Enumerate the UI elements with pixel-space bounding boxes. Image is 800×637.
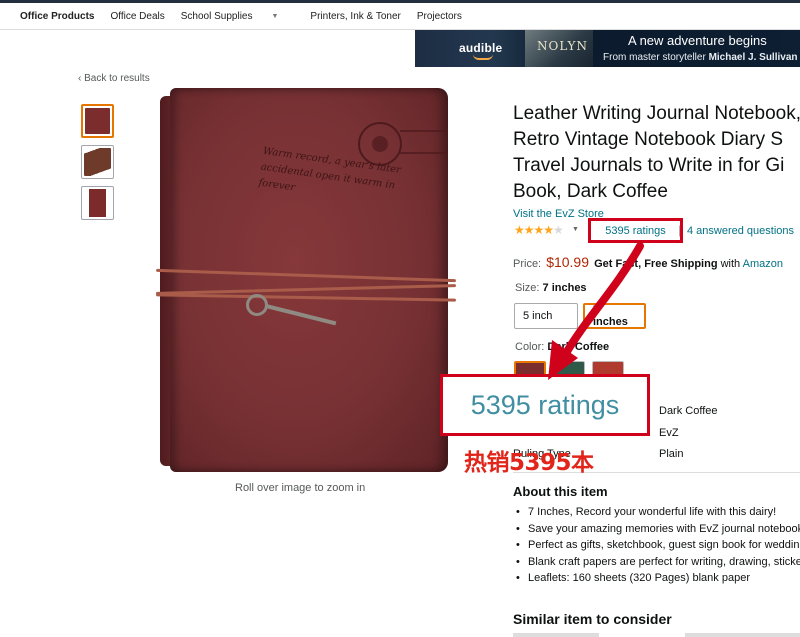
thumbnail-1[interactable]: [81, 104, 114, 138]
ad-book-cover: NOLYN: [525, 30, 593, 67]
title-line: Travel Journals to Write in for Gi: [513, 155, 785, 176]
size-selected: 7 inches: [542, 282, 587, 294]
annotation-cn-label: 热销5395本: [464, 450, 594, 476]
shipping-text: Get Fast, Free Shipping: [594, 258, 718, 270]
shipping-with: with: [717, 258, 743, 270]
ad-book-title: NOLYN: [537, 39, 588, 53]
similar-items-strip: [513, 633, 800, 637]
chevron-down-icon[interactable]: ▼: [572, 226, 579, 233]
size-option-5-inch[interactable]: 5 inch: [514, 303, 578, 329]
star-rating[interactable]: ★★★★★: [514, 223, 564, 237]
chevron-down-icon: ▼: [271, 12, 279, 20]
color-label-text: Color:: [515, 341, 545, 353]
title-line: Retro Vintage Notebook Diary S: [513, 129, 784, 150]
answered-questions-link[interactable]: 4 answered questions: [687, 225, 794, 237]
size-label-text: Size:: [515, 282, 540, 294]
list-item: Leaflets: 160 sheets (320 Pages) blank p…: [516, 570, 800, 587]
annotation-callout-box: 5395 ratings: [440, 374, 650, 436]
list-item: Save your amazing memories with EvZ jour…: [516, 521, 800, 538]
ad-author: Michael J. Sullivan: [708, 52, 798, 63]
size-label: Size: 7 inches: [515, 282, 587, 294]
list-item: 7 Inches, Record your wonderful life wit…: [516, 504, 800, 521]
thumbnail-image: [85, 108, 110, 134]
nav-projectors[interactable]: Projectors: [417, 11, 462, 22]
spec-color-value: Dark Coffee: [659, 405, 718, 417]
zoom-caption: Roll over image to zoom in: [235, 482, 366, 494]
ad-subline: From master storyteller Michael J. Sulli…: [603, 52, 798, 63]
audible-ad-banner[interactable]: audible NOLYN A new adventure begins Fro…: [415, 30, 800, 67]
nav-printers[interactable]: Printers, Ink & Toner: [310, 11, 400, 22]
thumbnail-image: [84, 148, 111, 176]
thumbnail-3[interactable]: [81, 186, 114, 220]
divider-pipe: |: [678, 223, 682, 237]
title-line: Book, Dark Coffee: [513, 181, 668, 202]
price-row: Price: $10.99 Get Fast, Free Shipping wi…: [513, 254, 783, 270]
spec-brand-value: EvZ: [659, 427, 679, 439]
color-selected: Dark Coffee: [547, 341, 610, 353]
nav-office-deals[interactable]: Office Deals: [110, 11, 164, 22]
ad-headline: A new adventure begins: [628, 33, 767, 48]
star-half-icon: ★: [553, 223, 564, 237]
back-to-results-link[interactable]: ‹ Back to results: [78, 73, 150, 84]
audible-logo-arc: [473, 54, 493, 60]
nav-office-products[interactable]: Office Products: [20, 11, 94, 22]
nav-school-supplies[interactable]: School Supplies ▼: [181, 11, 295, 22]
key-charm-icon: [246, 294, 342, 326]
about-bullets: 7 Inches, Record your wonderful life wit…: [516, 504, 800, 587]
nav-school-supplies-label: School Supplies: [180, 10, 253, 22]
thumbnail-2[interactable]: [81, 145, 114, 179]
postmark-lines: [400, 130, 448, 154]
product-title: Leather Writing Journal Notebook, Retro …: [513, 101, 800, 205]
price-value: $10.99: [546, 254, 590, 270]
list-item: Perfect as gifts, sketchbook, guest sign…: [516, 537, 800, 554]
title-line: Leather Writing Journal Notebook,: [513, 103, 800, 124]
ad-sub-prefix: From master storyteller: [603, 52, 709, 63]
stars-full: ★★★★: [514, 223, 554, 237]
size-option-7-inches[interactable]: 7 inches: [583, 303, 646, 329]
about-heading: About this item: [513, 484, 608, 499]
similar-heading: Similar item to consider: [513, 611, 672, 627]
color-label: Color: Dark Coffee: [515, 341, 609, 353]
spec-ruling-value: Plain: [659, 448, 684, 460]
audible-logo: audible: [459, 41, 503, 55]
list-item: Blank craft papers are perfect for writi…: [516, 554, 800, 571]
thumbnail-image: [84, 189, 111, 217]
ratings-count-link[interactable]: 5395 ratings: [588, 218, 683, 243]
amazon-link[interactable]: Amazon: [743, 258, 783, 270]
category-nav: Office Products Office Deals School Supp…: [0, 3, 800, 30]
price-label: Price:: [513, 258, 542, 270]
main-product-image[interactable]: Warm record, a year's later accidental o…: [155, 82, 460, 474]
key-ring: [246, 294, 268, 316]
